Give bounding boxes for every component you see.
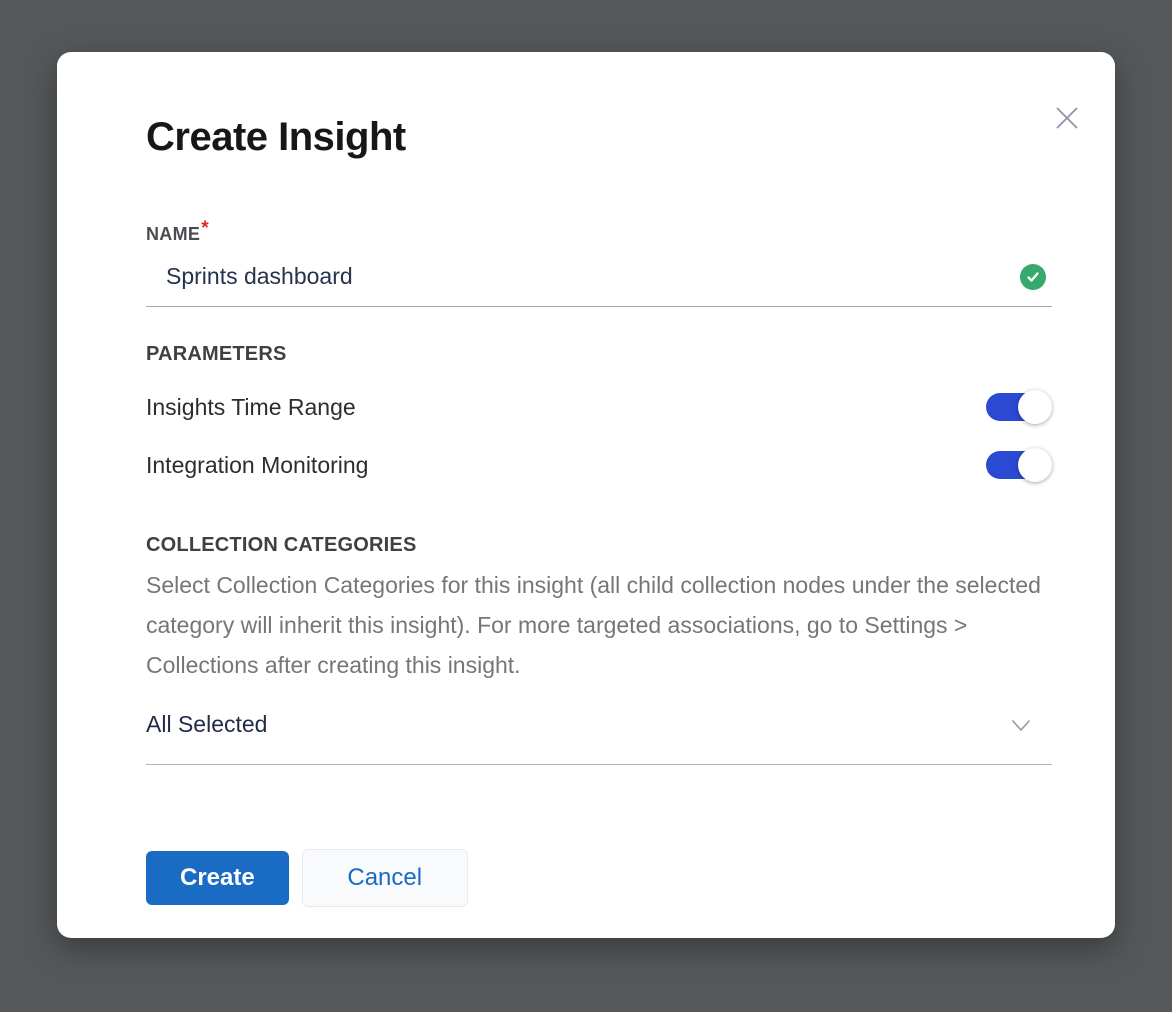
action-buttons: Create Cancel [146, 849, 1052, 907]
param-label: Insights Time Range [146, 394, 356, 421]
param-row-integration-monitoring: Integration Monitoring [146, 448, 1052, 482]
name-input[interactable] [146, 263, 1020, 290]
close-icon[interactable] [1052, 103, 1082, 133]
valid-check-icon [1020, 264, 1046, 290]
collection-categories-dropdown[interactable]: All Selected [146, 711, 1052, 765]
toggle-integration-monitoring[interactable] [986, 451, 1050, 479]
toggle-knob [1018, 448, 1052, 482]
create-button[interactable]: Create [146, 851, 289, 905]
param-row-insights-time-range: Insights Time Range [146, 390, 1052, 424]
parameters-heading: PARAMETERS [146, 343, 1052, 366]
name-input-row [146, 257, 1052, 307]
toggle-insights-time-range[interactable] [986, 393, 1050, 421]
param-label: Integration Monitoring [146, 452, 368, 479]
modal-content: Create Insight NAME* PARAMETERS Insights… [57, 52, 1115, 938]
create-insight-modal: Create Insight NAME* PARAMETERS Insights… [57, 52, 1115, 938]
collection-categories-description: Select Collection Categories for this in… [146, 565, 1052, 685]
required-asterisk: * [201, 218, 209, 239]
chevron-down-icon [1008, 712, 1034, 738]
collection-categories-heading: COLLECTION CATEGORIES [146, 534, 1052, 557]
page-title: Create Insight [146, 52, 1052, 160]
name-field-label: NAME* [146, 218, 1052, 245]
toggle-knob [1018, 390, 1052, 424]
cancel-button[interactable]: Cancel [302, 849, 468, 907]
dropdown-selected-value: All Selected [146, 711, 267, 738]
